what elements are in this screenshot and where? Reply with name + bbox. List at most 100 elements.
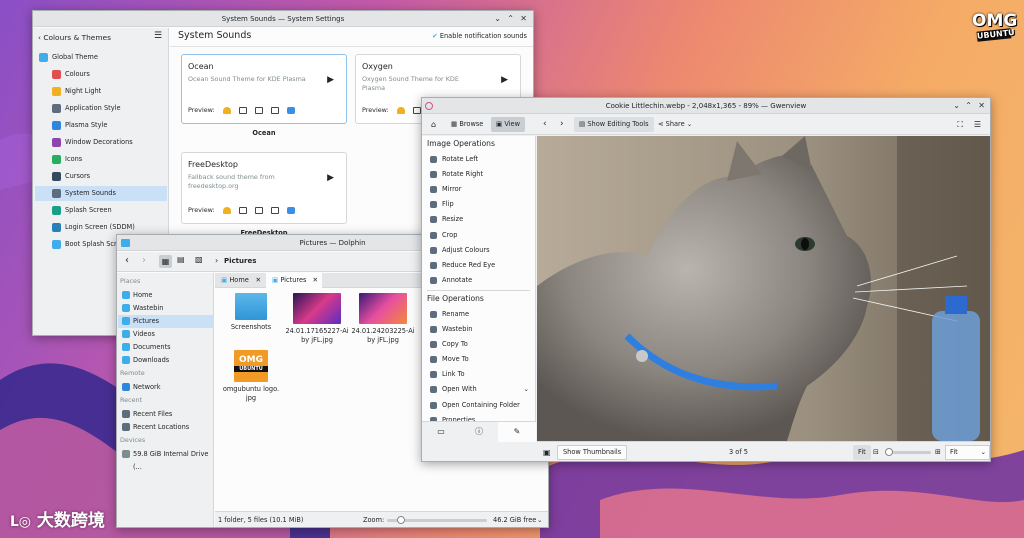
sidebar-item-cursors[interactable]: Cursors [35, 169, 167, 184]
image-viewport[interactable] [537, 136, 991, 441]
notification-sounds-checkbox[interactable]: ✔ Enable notification sounds [432, 32, 527, 40]
operation-link-to[interactable]: Link To [425, 367, 533, 382]
operation-flip[interactable]: Flip [425, 197, 533, 212]
back-arrow-icon[interactable]: ‹ [125, 255, 129, 266]
view-button[interactable]: ▣ View [491, 117, 525, 132]
thumbnail-toggle-icon[interactable]: ▣ [543, 442, 551, 461]
minimize-icon[interactable]: ⌄ [953, 98, 960, 114]
tab-close-icon[interactable]: ✕ [312, 273, 318, 288]
show-thumbnails-button[interactable]: Show Thumbnails [557, 445, 628, 460]
bell-icon[interactable] [396, 106, 405, 114]
sidebar-item-night-light[interactable]: Night Light [35, 84, 167, 99]
close-icon[interactable]: ✕ [978, 98, 985, 114]
places-item-pictures[interactable]: Pictures [118, 315, 214, 328]
battery-icon[interactable] [270, 106, 279, 114]
compact-view-icon[interactable]: ▤ [177, 255, 185, 264]
zoom-select[interactable]: Fit ⌄ [945, 445, 990, 460]
chat-icon[interactable] [254, 106, 263, 114]
file-item[interactable]: OMG UBUNTU omgubuntu logo. jpg [218, 350, 284, 402]
show-editing-tools-button[interactable]: ▤ Show Editing Tools [574, 117, 654, 132]
bell-icon[interactable] [222, 206, 231, 214]
browse-button[interactable]: ▦ Browse [446, 117, 488, 132]
folders-tab-icon[interactable]: ▭ [422, 422, 460, 442]
share-button[interactable]: ⋖ Share ⌄ [653, 117, 697, 132]
sidebar-item-login-screen-sddm[interactable]: Login Screen (SDDM) [35, 220, 167, 235]
sound-theme-card-ocean[interactable]: Ocean Ocean Sound Theme for KDE Plasma ▶ Pr… [181, 54, 347, 124]
operation-wastebin[interactable]: Wastebin [425, 322, 533, 337]
forward-arrow-icon[interactable]: › [142, 255, 146, 266]
tab-home[interactable]: ▣ Home ✕ [215, 273, 265, 288]
zoom-out-icon[interactable]: ⊟ [873, 442, 879, 461]
sidebar-item-icons[interactable]: Icons [35, 152, 167, 167]
play-icon[interactable]: ▶ [501, 75, 508, 85]
sound-theme-card-freedesktop[interactable]: FreeDesktop Fallback sound theme from fre… [181, 152, 347, 224]
operation-copy-to[interactable]: Copy To [425, 337, 533, 352]
edit-tab-icon[interactable]: ✎ [498, 422, 536, 442]
maximize-icon[interactable]: ⌃ [965, 98, 972, 114]
trash-icon[interactable] [286, 106, 295, 114]
breadcrumb[interactable]: Pictures [224, 257, 256, 265]
operation-rotate-right[interactable]: Rotate Right [425, 167, 533, 182]
trash-icon[interactable] [286, 206, 295, 214]
chevron-down-icon[interactable]: ⌄ [537, 512, 543, 527]
operation-reduce-red-eye[interactable]: Reduce Red Eye [425, 258, 533, 273]
chat-icon[interactable] [254, 206, 263, 214]
message-icon[interactable] [412, 106, 421, 114]
sidebar-item-colours[interactable]: Colours [35, 67, 167, 82]
operation-open-containing-folder[interactable]: Open Containing Folder [425, 398, 533, 413]
fit-button[interactable]: Fit [853, 445, 871, 460]
places-item-recent-files[interactable]: Recent Files [118, 408, 214, 421]
sidebar-item-system-sounds[interactable]: System Sounds [35, 186, 167, 201]
details-view-icon[interactable]: ▧ [195, 255, 203, 264]
fullscreen-icon[interactable]: ⛶ [952, 117, 968, 132]
operation-rotate-left[interactable]: Rotate Left [425, 152, 533, 167]
hamburger-menu-icon[interactable]: ☰ [969, 117, 986, 132]
places-item-network[interactable]: Network [118, 381, 214, 394]
play-icon[interactable]: ▶ [327, 173, 334, 183]
tab-pictures[interactable]: ▣ Pictures ✕ [266, 273, 322, 288]
hamburger-menu-icon[interactable]: ☰ [154, 31, 162, 41]
file-item[interactable]: Screenshots [218, 293, 284, 332]
places-item-videos[interactable]: Videos [118, 328, 214, 341]
sidebar-item-plasma-style[interactable]: Plasma Style [35, 118, 167, 133]
file-item[interactable]: 24.01.24203225-Ai by jFL.jpg [350, 293, 416, 344]
operation-mirror[interactable]: Mirror [425, 182, 533, 197]
operation-adjust-colours[interactable]: Adjust Colours [425, 243, 533, 258]
gwenview-titlebar[interactable]: Cookie Littlechin.webp - 2,048x1,365 - 8… [422, 98, 990, 114]
operation-annotate[interactable]: Annotate [425, 273, 533, 288]
places-item-59-8-gib-internal-drive[interactable]: 59.8 GiB Internal Drive (... [118, 448, 214, 471]
zoom-slider-handle[interactable] [885, 448, 893, 456]
close-icon[interactable]: ✕ [520, 11, 527, 27]
zoom-slider-handle[interactable] [397, 516, 405, 524]
operation-rename[interactable]: Rename [425, 307, 533, 322]
play-icon[interactable]: ▶ [327, 75, 334, 85]
file-item[interactable]: 24.01.17165227-Ai by jFL.jpg [284, 293, 350, 344]
tab-close-icon[interactable]: ✕ [255, 273, 261, 288]
places-item-recent-locations[interactable]: Recent Locations [118, 421, 214, 434]
icons-view-icon[interactable]: ▦ [159, 255, 172, 268]
bell-icon[interactable] [222, 106, 231, 114]
message-icon[interactable] [238, 106, 247, 114]
previous-button[interactable]: ‹ [538, 117, 552, 132]
places-item-documents[interactable]: Documents [118, 341, 214, 354]
sidebar-item-application-style[interactable]: Application Style [35, 101, 167, 116]
places-item-wastebin[interactable]: Wastebin [118, 302, 214, 315]
operation-move-to[interactable]: Move To [425, 352, 533, 367]
operation-resize[interactable]: Resize [425, 212, 533, 227]
info-tab-icon[interactable]: ⓘ [460, 422, 498, 442]
battery-icon[interactable] [270, 206, 279, 214]
sidebar-item-window-decorations[interactable]: Window Decorations [35, 135, 167, 150]
places-item-home[interactable]: Home [118, 289, 214, 302]
message-icon[interactable] [238, 206, 247, 214]
places-item-downloads[interactable]: Downloads [118, 354, 214, 367]
sidebar-item-splash-screen[interactable]: Splash Screen [35, 203, 167, 218]
maximize-icon[interactable]: ⌃ [507, 11, 514, 27]
settings-titlebar[interactable]: System Sounds — System Settings [33, 11, 533, 27]
operation-open-with[interactable]: Open With ⌄ [425, 382, 533, 397]
next-button[interactable]: › [555, 117, 569, 132]
zoom-in-icon[interactable]: ⊞ [935, 442, 941, 461]
operation-crop[interactable]: Crop [425, 228, 533, 243]
minimize-icon[interactable]: ⌄ [494, 11, 501, 27]
back-button[interactable]: ‹ Colours & Themes [38, 31, 111, 45]
home-button[interactable]: ⌂ [426, 117, 441, 132]
